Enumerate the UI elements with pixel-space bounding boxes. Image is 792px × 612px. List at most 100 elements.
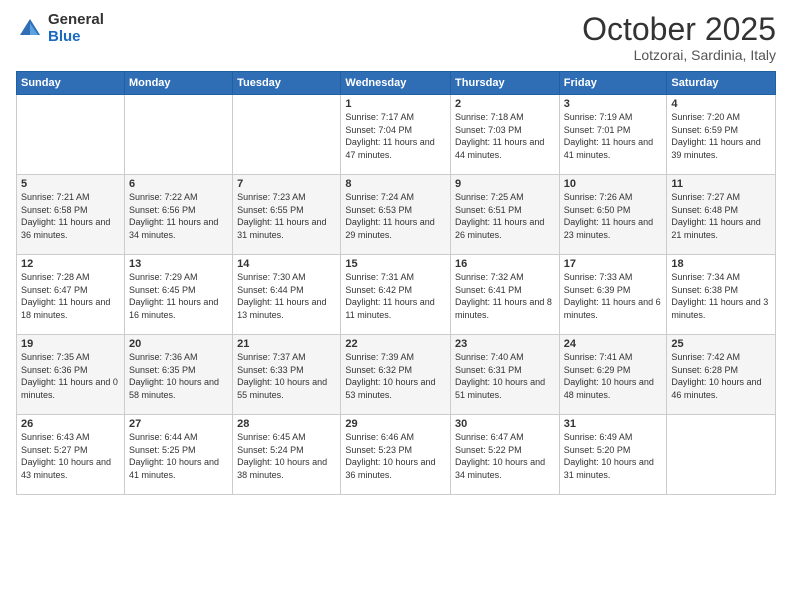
table-row: [667, 415, 776, 495]
col-saturday: Saturday: [667, 72, 776, 95]
day-number: 6: [129, 178, 228, 190]
col-wednesday: Wednesday: [341, 72, 451, 95]
table-row: 13Sunrise: 7:29 AM Sunset: 6:45 PM Dayli…: [124, 255, 232, 335]
col-sunday: Sunday: [17, 72, 125, 95]
day-info: Sunrise: 7:33 AM Sunset: 6:39 PM Dayligh…: [564, 271, 663, 321]
day-info: Sunrise: 7:23 AM Sunset: 6:55 PM Dayligh…: [237, 191, 336, 241]
day-number: 19: [21, 338, 120, 350]
day-number: 14: [237, 258, 336, 270]
table-row: 31Sunrise: 6:49 AM Sunset: 5:20 PM Dayli…: [559, 415, 667, 495]
table-row: 20Sunrise: 7:36 AM Sunset: 6:35 PM Dayli…: [124, 335, 232, 415]
table-row: 6Sunrise: 7:22 AM Sunset: 6:56 PM Daylig…: [124, 175, 232, 255]
col-monday: Monday: [124, 72, 232, 95]
day-number: 28: [237, 418, 336, 430]
day-number: 13: [129, 258, 228, 270]
day-number: 25: [671, 338, 771, 350]
page: General Blue October 2025 Lotzorai, Sard…: [0, 0, 792, 612]
day-number: 8: [345, 178, 446, 190]
table-row: 15Sunrise: 7:31 AM Sunset: 6:42 PM Dayli…: [341, 255, 451, 335]
calendar-week-3: 12Sunrise: 7:28 AM Sunset: 6:47 PM Dayli…: [17, 255, 776, 335]
day-info: Sunrise: 7:39 AM Sunset: 6:32 PM Dayligh…: [345, 351, 446, 401]
logo-icon: [16, 15, 44, 43]
day-number: 11: [671, 178, 771, 190]
col-tuesday: Tuesday: [233, 72, 341, 95]
day-number: 15: [345, 258, 446, 270]
day-number: 30: [455, 418, 555, 430]
table-row: 4Sunrise: 7:20 AM Sunset: 6:59 PM Daylig…: [667, 95, 776, 175]
day-number: 23: [455, 338, 555, 350]
table-row: 19Sunrise: 7:35 AM Sunset: 6:36 PM Dayli…: [17, 335, 125, 415]
day-info: Sunrise: 7:42 AM Sunset: 6:28 PM Dayligh…: [671, 351, 771, 401]
col-friday: Friday: [559, 72, 667, 95]
day-info: Sunrise: 7:19 AM Sunset: 7:01 PM Dayligh…: [564, 111, 663, 161]
table-row: 24Sunrise: 7:41 AM Sunset: 6:29 PM Dayli…: [559, 335, 667, 415]
table-row: 12Sunrise: 7:28 AM Sunset: 6:47 PM Dayli…: [17, 255, 125, 335]
table-row: 2Sunrise: 7:18 AM Sunset: 7:03 PM Daylig…: [451, 95, 560, 175]
day-info: Sunrise: 7:34 AM Sunset: 6:38 PM Dayligh…: [671, 271, 771, 321]
day-number: 16: [455, 258, 555, 270]
day-info: Sunrise: 7:24 AM Sunset: 6:53 PM Dayligh…: [345, 191, 446, 241]
calendar-week-1: 1Sunrise: 7:17 AM Sunset: 7:04 PM Daylig…: [17, 95, 776, 175]
table-row: 16Sunrise: 7:32 AM Sunset: 6:41 PM Dayli…: [451, 255, 560, 335]
day-number: 4: [671, 98, 771, 110]
day-info: Sunrise: 7:36 AM Sunset: 6:35 PM Dayligh…: [129, 351, 228, 401]
day-info: Sunrise: 6:46 AM Sunset: 5:23 PM Dayligh…: [345, 431, 446, 481]
col-thursday: Thursday: [451, 72, 560, 95]
table-row: 7Sunrise: 7:23 AM Sunset: 6:55 PM Daylig…: [233, 175, 341, 255]
day-number: 18: [671, 258, 771, 270]
day-number: 21: [237, 338, 336, 350]
day-info: Sunrise: 6:43 AM Sunset: 5:27 PM Dayligh…: [21, 431, 120, 481]
header: General Blue October 2025 Lotzorai, Sard…: [16, 12, 776, 63]
day-number: 20: [129, 338, 228, 350]
day-info: Sunrise: 7:35 AM Sunset: 6:36 PM Dayligh…: [21, 351, 120, 401]
table-row: 29Sunrise: 6:46 AM Sunset: 5:23 PM Dayli…: [341, 415, 451, 495]
calendar-week-2: 5Sunrise: 7:21 AM Sunset: 6:58 PM Daylig…: [17, 175, 776, 255]
calendar-week-4: 19Sunrise: 7:35 AM Sunset: 6:36 PM Dayli…: [17, 335, 776, 415]
month-title: October 2025: [582, 12, 776, 47]
day-info: Sunrise: 7:41 AM Sunset: 6:29 PM Dayligh…: [564, 351, 663, 401]
day-info: Sunrise: 7:18 AM Sunset: 7:03 PM Dayligh…: [455, 111, 555, 161]
logo-text: General Blue: [48, 12, 104, 45]
day-info: Sunrise: 6:45 AM Sunset: 5:24 PM Dayligh…: [237, 431, 336, 481]
day-number: 9: [455, 178, 555, 190]
table-row: 1Sunrise: 7:17 AM Sunset: 7:04 PM Daylig…: [341, 95, 451, 175]
table-row: 26Sunrise: 6:43 AM Sunset: 5:27 PM Dayli…: [17, 415, 125, 495]
day-info: Sunrise: 7:29 AM Sunset: 6:45 PM Dayligh…: [129, 271, 228, 321]
day-info: Sunrise: 7:31 AM Sunset: 6:42 PM Dayligh…: [345, 271, 446, 321]
day-info: Sunrise: 6:49 AM Sunset: 5:20 PM Dayligh…: [564, 431, 663, 481]
day-number: 5: [21, 178, 120, 190]
table-row: [124, 95, 232, 175]
table-row: 3Sunrise: 7:19 AM Sunset: 7:01 PM Daylig…: [559, 95, 667, 175]
day-number: 10: [564, 178, 663, 190]
day-info: Sunrise: 7:25 AM Sunset: 6:51 PM Dayligh…: [455, 191, 555, 241]
table-row: 8Sunrise: 7:24 AM Sunset: 6:53 PM Daylig…: [341, 175, 451, 255]
day-number: 27: [129, 418, 228, 430]
day-info: Sunrise: 7:32 AM Sunset: 6:41 PM Dayligh…: [455, 271, 555, 321]
calendar-header-row: Sunday Monday Tuesday Wednesday Thursday…: [17, 72, 776, 95]
day-info: Sunrise: 7:27 AM Sunset: 6:48 PM Dayligh…: [671, 191, 771, 241]
day-info: Sunrise: 7:28 AM Sunset: 6:47 PM Dayligh…: [21, 271, 120, 321]
day-number: 24: [564, 338, 663, 350]
day-info: Sunrise: 6:44 AM Sunset: 5:25 PM Dayligh…: [129, 431, 228, 481]
day-number: 12: [21, 258, 120, 270]
table-row: 25Sunrise: 7:42 AM Sunset: 6:28 PM Dayli…: [667, 335, 776, 415]
day-number: 7: [237, 178, 336, 190]
day-number: 22: [345, 338, 446, 350]
day-number: 31: [564, 418, 663, 430]
table-row: 9Sunrise: 7:25 AM Sunset: 6:51 PM Daylig…: [451, 175, 560, 255]
day-info: Sunrise: 7:30 AM Sunset: 6:44 PM Dayligh…: [237, 271, 336, 321]
day-number: 26: [21, 418, 120, 430]
day-info: Sunrise: 7:17 AM Sunset: 7:04 PM Dayligh…: [345, 111, 446, 161]
logo-general-label: General: [48, 12, 104, 29]
day-info: Sunrise: 7:37 AM Sunset: 6:33 PM Dayligh…: [237, 351, 336, 401]
day-info: Sunrise: 6:47 AM Sunset: 5:22 PM Dayligh…: [455, 431, 555, 481]
location-title: Lotzorai, Sardinia, Italy: [582, 47, 776, 63]
title-block: October 2025 Lotzorai, Sardinia, Italy: [582, 12, 776, 63]
table-row: 18Sunrise: 7:34 AM Sunset: 6:38 PM Dayli…: [667, 255, 776, 335]
logo: General Blue: [16, 12, 104, 45]
table-row: 27Sunrise: 6:44 AM Sunset: 5:25 PM Dayli…: [124, 415, 232, 495]
day-number: 3: [564, 98, 663, 110]
day-info: Sunrise: 7:22 AM Sunset: 6:56 PM Dayligh…: [129, 191, 228, 241]
logo-blue-label: Blue: [48, 29, 104, 46]
day-info: Sunrise: 7:40 AM Sunset: 6:31 PM Dayligh…: [455, 351, 555, 401]
